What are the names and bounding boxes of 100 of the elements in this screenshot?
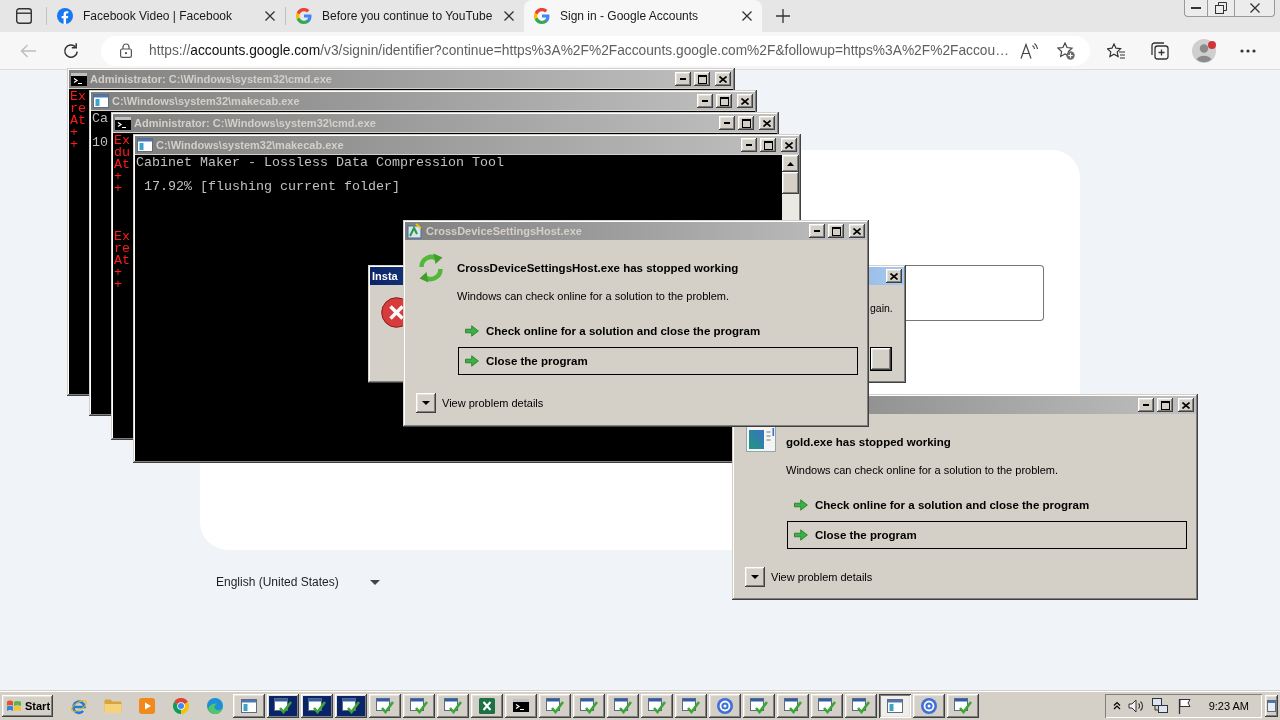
taskbar-button[interactable] bbox=[641, 693, 673, 718]
window-frame-icon bbox=[16, 8, 32, 24]
close-icon bbox=[853, 227, 861, 235]
minimize-icon bbox=[702, 100, 708, 102]
scroll-thumb[interactable] bbox=[782, 172, 799, 194]
console-icon bbox=[71, 72, 87, 86]
maximize-button[interactable] bbox=[738, 116, 754, 130]
close-icon bbox=[785, 141, 793, 149]
taskbar-button[interactable] bbox=[675, 693, 707, 718]
close-button[interactable] bbox=[759, 116, 775, 130]
maximize-button[interactable] bbox=[1157, 398, 1173, 412]
maximize-button[interactable] bbox=[694, 72, 710, 86]
window-title: C:\Windows\system32\makecab.exe bbox=[156, 138, 344, 152]
caret-up-icon bbox=[787, 161, 794, 166]
minimize-button[interactable] bbox=[1184, 0, 1207, 17]
taskbar-button[interactable] bbox=[777, 693, 809, 718]
taskbar-button[interactable] bbox=[437, 693, 469, 718]
maximize-icon bbox=[1160, 400, 1170, 410]
taskbar-button[interactable] bbox=[947, 693, 979, 718]
taskbar-button[interactable] bbox=[403, 693, 435, 718]
tab[interactable]: Facebook Video | Facebook bbox=[47, 0, 285, 32]
right-arrow-icon bbox=[794, 529, 808, 541]
right-arrow-icon bbox=[465, 355, 479, 367]
taskbar-button[interactable] bbox=[811, 693, 843, 718]
close-button[interactable] bbox=[715, 72, 731, 86]
back-arrow-icon bbox=[20, 43, 36, 58]
maximize-icon bbox=[763, 140, 773, 150]
tab[interactable]: Sign in - Google Accounts bbox=[524, 0, 762, 32]
g-logo-icon bbox=[534, 8, 550, 24]
expand-button[interactable] bbox=[745, 567, 765, 587]
close-icon bbox=[1249, 3, 1260, 13]
taskbar-button[interactable] bbox=[539, 693, 571, 718]
command-link[interactable]: Check online for a solution and close the program bbox=[787, 491, 1187, 519]
taskbar-button[interactable] bbox=[879, 693, 911, 718]
disc-icon bbox=[921, 697, 937, 714]
minimize-button[interactable] bbox=[675, 72, 691, 86]
expand-button[interactable] bbox=[416, 393, 436, 413]
dialog-heading: CrossDeviceSettingsHost.exe has stopped working bbox=[457, 261, 739, 276]
flag-icon[interactable] bbox=[1177, 697, 1192, 714]
window-check-icon bbox=[648, 697, 666, 714]
program-icon bbox=[407, 223, 423, 239]
maximize-icon bbox=[741, 118, 751, 128]
caret-icon bbox=[422, 401, 430, 405]
command-link[interactable]: Close the program bbox=[787, 521, 1187, 549]
window-icon bbox=[887, 698, 903, 713]
maximize-button[interactable] bbox=[760, 138, 776, 152]
command-link[interactable]: Check online for a solution and close the program bbox=[458, 317, 858, 345]
taskbar-button[interactable] bbox=[607, 693, 639, 718]
window-check-icon bbox=[308, 697, 326, 714]
close-button[interactable] bbox=[1178, 398, 1194, 412]
taskbar-button[interactable] bbox=[845, 693, 877, 718]
taskbar-button[interactable] bbox=[743, 693, 775, 718]
command-link[interactable]: Close the program bbox=[458, 347, 858, 375]
minimize-icon bbox=[1191, 7, 1201, 9]
tab[interactable]: Before you continue to YouTube bbox=[286, 0, 524, 32]
favorites-icon bbox=[1107, 42, 1125, 59]
chrome-icon[interactable] bbox=[173, 697, 189, 714]
taskbar-button[interactable] bbox=[301, 693, 333, 718]
maximize-button[interactable] bbox=[828, 224, 844, 238]
taskbar-button[interactable] bbox=[471, 693, 503, 718]
chevron-up-icon[interactable] bbox=[1112, 701, 1121, 710]
minimize-button[interactable] bbox=[809, 224, 825, 238]
reload-icon bbox=[63, 42, 79, 59]
close-button[interactable] bbox=[886, 269, 902, 283]
taskbar-button[interactable] bbox=[369, 693, 401, 718]
taskbar-button[interactable] bbox=[709, 693, 741, 718]
taskbar-button[interactable] bbox=[233, 693, 265, 718]
restore-button[interactable] bbox=[1207, 0, 1234, 17]
network-icon[interactable] bbox=[1151, 697, 1168, 714]
maximize-button[interactable] bbox=[716, 94, 732, 108]
minimize-button[interactable] bbox=[719, 116, 735, 130]
close-button[interactable] bbox=[737, 94, 753, 108]
close-icon bbox=[741, 97, 749, 105]
language-dropdown[interactable]: English (United States) bbox=[216, 571, 380, 593]
show-desktop-button[interactable] bbox=[1265, 694, 1278, 717]
scroll-up-button[interactable] bbox=[782, 155, 799, 172]
window-icon bbox=[1267, 699, 1276, 712]
close-button[interactable] bbox=[1234, 0, 1275, 17]
window-title: CrossDeviceSettingsHost.exe bbox=[426, 224, 582, 238]
minimize-icon bbox=[680, 78, 686, 80]
taskbar-button[interactable] bbox=[505, 693, 537, 718]
maximize-icon bbox=[697, 74, 707, 84]
window-title: Insta bbox=[372, 269, 398, 283]
minimize-button[interactable] bbox=[741, 138, 757, 152]
close-button[interactable] bbox=[781, 138, 797, 152]
taskbar-button[interactable] bbox=[573, 693, 605, 718]
speaker-icon[interactable] bbox=[1127, 698, 1144, 713]
minimize-button[interactable] bbox=[1138, 398, 1154, 412]
taskbar-button[interactable] bbox=[913, 693, 945, 718]
minimize-button[interactable] bbox=[697, 94, 713, 108]
dialog-button[interactable] bbox=[870, 347, 892, 371]
taskbar-button[interactable] bbox=[267, 693, 299, 718]
window-check-icon bbox=[954, 697, 972, 714]
start-button[interactable]: Start bbox=[2, 694, 53, 717]
close-button[interactable] bbox=[849, 224, 865, 238]
details-label: View problem details bbox=[771, 570, 873, 584]
taskbar-button[interactable] bbox=[335, 693, 367, 718]
new-tab-button[interactable] bbox=[773, 6, 793, 26]
window-check-icon bbox=[750, 697, 768, 714]
close-icon bbox=[890, 272, 898, 280]
